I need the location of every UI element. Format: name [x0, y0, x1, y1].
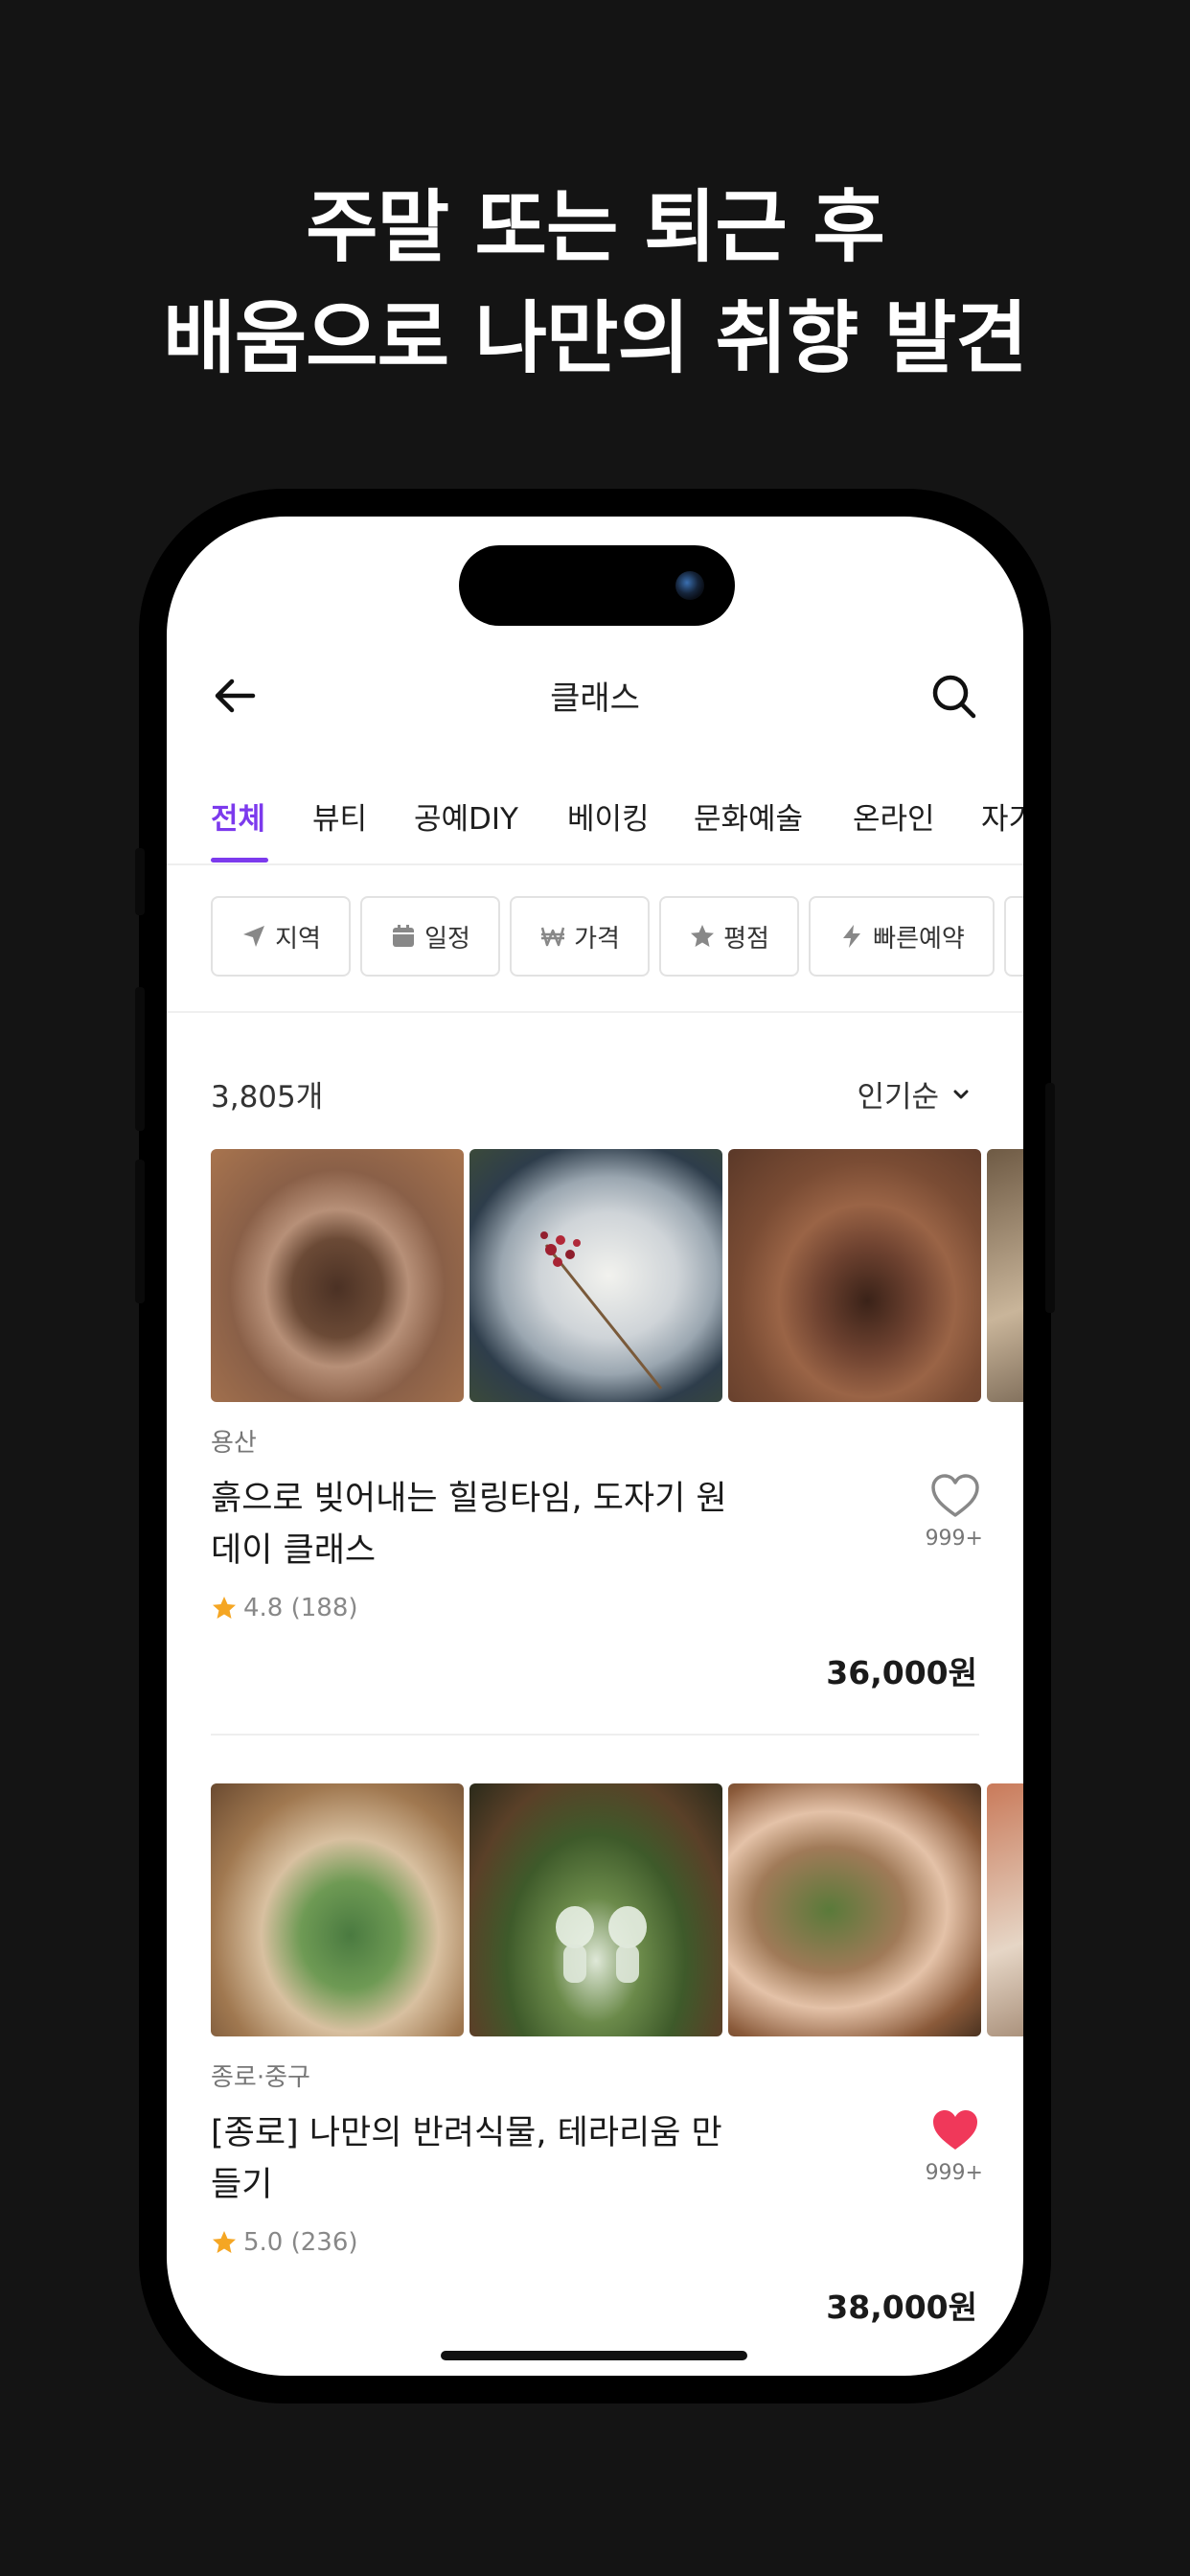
phone-action-button	[135, 848, 145, 915]
headline-line-1: 주말 또는 퇴근 후	[306, 182, 885, 273]
class-price: 36,000원	[826, 1654, 977, 1691]
class-photo	[728, 1783, 981, 2036]
filter-chip-quick-booking[interactable]: 빠른예약	[809, 896, 995, 977]
class-photo	[987, 1149, 1023, 1402]
phone-volume-up-button	[135, 987, 145, 1131]
lightning-icon	[843, 925, 861, 948]
tab-self-development[interactable]: 자기계발	[981, 794, 1023, 838]
star-icon	[213, 1597, 236, 1619]
class-card[interactable]: 용산 흙으로 빚어내는 힐링타임, 도자기 원데이 클래스 4.8 (188) …	[167, 1149, 1023, 1743]
tab-craft-diy[interactable]: 공예DIY	[414, 794, 518, 838]
section-divider	[167, 1011, 1023, 1013]
home-indicator[interactable]	[441, 2351, 747, 2360]
marketing-headline: 주말 또는 퇴근 후 배움으로 나만의 취향 발견	[0, 172, 1190, 395]
phone-power-button	[1045, 1083, 1055, 1313]
camera-icon	[675, 571, 704, 600]
sort-label: 인기순	[857, 1080, 939, 1115]
location-arrow-icon	[243, 926, 265, 947]
headline-line-2: 배움으로 나만의 취향 발견	[163, 293, 1027, 384]
filter-chip-region[interactable]: 지역	[211, 896, 351, 977]
class-rating-text: 5.0 (236)	[243, 2228, 358, 2257]
top-app-bar: 클래스	[167, 651, 1023, 737]
filter-chip-more[interactable]	[1004, 896, 1023, 977]
phone-volume-down-button	[135, 1160, 145, 1303]
chevron-down-icon	[953, 1090, 969, 1098]
class-photo	[211, 1149, 464, 1402]
class-photo	[987, 1783, 1023, 2036]
class-photo	[469, 1783, 722, 2036]
dynamic-island	[459, 545, 735, 626]
filter-chip-label: 가격	[574, 924, 620, 954]
class-rating-text: 4.8 (188)	[243, 1594, 358, 1622]
wishlist-count: 999+	[925, 2161, 983, 2185]
phone-screen: 클래스 전체 뷰티 공예DIY 베이킹 문화예술 온라인 자기계발 지역	[167, 517, 1023, 2376]
class-rating: 4.8 (188)	[211, 1594, 358, 1622]
class-photo	[728, 1149, 981, 1402]
wishlist-count: 999+	[925, 1527, 983, 1551]
heart-filled-icon	[933, 2110, 977, 2150]
class-title: [종로] 나만의 반려식물, 테라리움 만들기	[211, 2114, 722, 2204]
wishlist-button[interactable]	[929, 1473, 981, 1519]
wishlist-button[interactable]	[929, 2107, 981, 2153]
search-icon	[932, 675, 976, 719]
search-button[interactable]	[927, 670, 981, 724]
sort-dropdown[interactable]: 인기순	[857, 1072, 972, 1116]
card-divider	[211, 1734, 979, 1736]
tab-culture-art[interactable]: 문화예술	[694, 794, 803, 838]
filter-chip-label: 빠른예약	[873, 924, 965, 954]
calendar-icon	[393, 925, 415, 947]
class-photo	[211, 1783, 464, 2036]
star-icon	[213, 2231, 236, 2253]
result-count: 3,805개	[211, 1080, 324, 1115]
class-title: 흙으로 빚어내는 힐링타임, 도자기 원데이 클래스	[211, 1480, 727, 1570]
terrarium-figurine-illustration	[556, 1906, 647, 1983]
active-tab-indicator	[211, 858, 268, 862]
class-photo	[469, 1149, 722, 1402]
page-title: 클래스	[550, 679, 640, 718]
tab-all[interactable]: 전체	[211, 794, 265, 838]
heart-outline-icon	[931, 1474, 979, 1517]
phone-frame: 클래스 전체 뷰티 공예DIY 베이킹 문화예술 온라인 자기계발 지역	[135, 489, 1055, 2404]
filter-chip-price[interactable]: 가격	[510, 896, 650, 977]
class-price: 38,000원	[826, 2288, 977, 2326]
tab-baking[interactable]: 베이킹	[567, 794, 650, 838]
filter-chip-label: 일정	[424, 924, 470, 954]
class-location: 용산	[211, 1429, 257, 1458]
tab-beauty[interactable]: 뷰티	[312, 794, 367, 838]
star-icon	[691, 925, 715, 947]
class-card[interactable]: 종로·중구 [종로] 나만의 반려식물, 테라리움 만들기 5.0 (236) …	[167, 1783, 1023, 2376]
filter-chips: 지역 일정 가격 평점 빠른예약	[167, 896, 1023, 982]
dried-flower-illustration	[540, 1231, 663, 1390]
category-tabs: 전체 뷰티 공예DIY 베이킹 문화예술 온라인 자기계발	[167, 787, 1023, 865]
class-photo-carousel[interactable]	[211, 1149, 1023, 1402]
filter-chip-label: 평점	[723, 924, 769, 954]
class-photo-carousel[interactable]	[211, 1783, 1023, 2036]
filter-chip-rating[interactable]: 평점	[659, 896, 799, 977]
class-location: 종로·중구	[211, 2063, 310, 2092]
tab-online[interactable]: 온라인	[853, 794, 935, 838]
class-rating: 5.0 (236)	[211, 2228, 358, 2257]
filter-chip-schedule[interactable]: 일정	[360, 896, 500, 977]
won-icon	[540, 927, 565, 947]
filter-chip-label: 지역	[275, 924, 321, 954]
